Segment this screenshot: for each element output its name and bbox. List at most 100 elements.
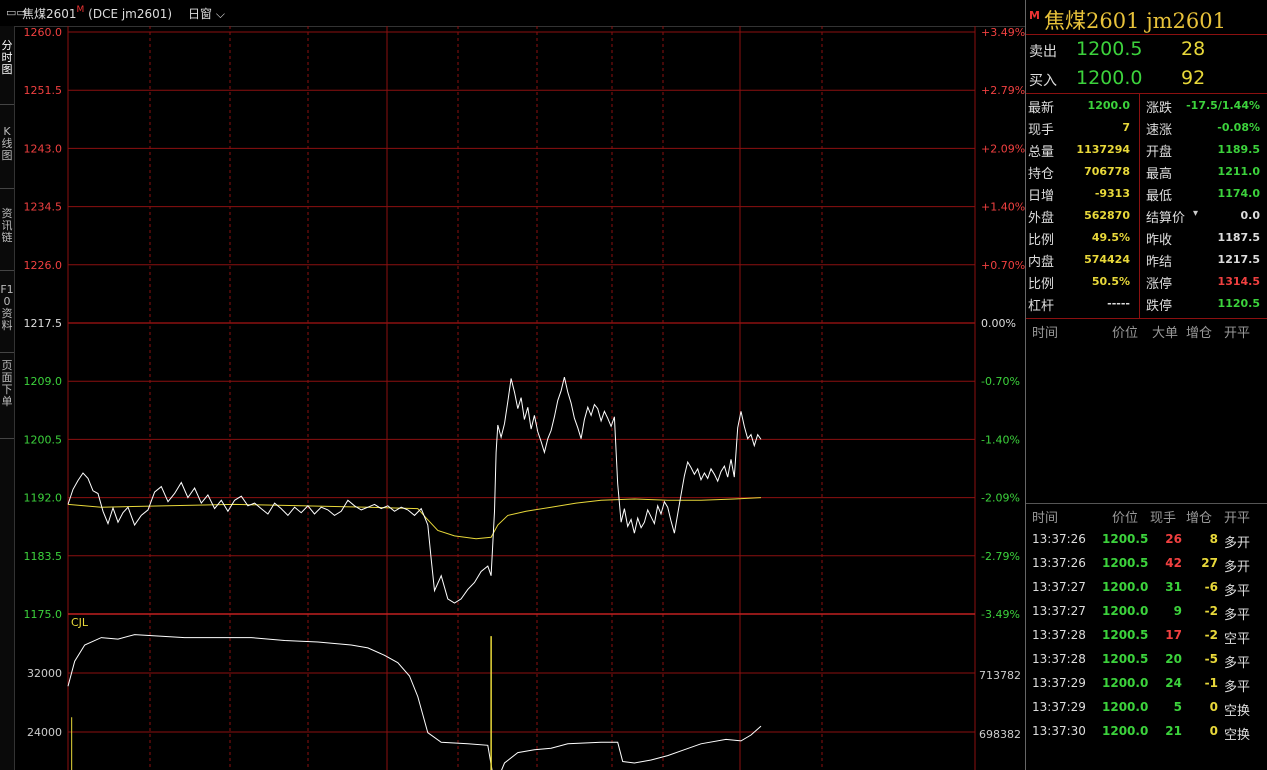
col-price: 价位 <box>1112 511 1139 526</box>
tick-oi-change: 0 <box>1209 724 1218 738</box>
ask-price: 1200.5 <box>1076 38 1143 60</box>
big-order-list: 时间 价位 大单 增仓 开平 <box>1026 319 1267 504</box>
tick-row: 13:37:29 1200.0 5 0 空换 <box>1026 696 1267 720</box>
tick-type: 多平 <box>1224 680 1251 695</box>
tick-type: 多开 <box>1224 536 1251 551</box>
ask-row[interactable]: 卖出 1200.5 28 <box>1026 35 1267 64</box>
stat-label: 跌停 <box>1146 299 1173 314</box>
tick-row: 13:37:26 1200.5 42 27 多开 <box>1026 552 1267 576</box>
tick-type: 空平 <box>1224 632 1251 647</box>
caret-down-icon[interactable]: ▾ <box>1193 208 1198 219</box>
price-tick-label: 1217.5 <box>24 317 63 330</box>
intraday-chart[interactable]: 1260.0 +3.49% 1251.5 +2.79% 1243.0 +2.09% 1234… <box>0 0 1025 770</box>
tick-oi-change: -2 <box>1204 628 1218 642</box>
tick-row: 13:37:28 1200.5 20 -5 多平 <box>1026 648 1267 672</box>
tick-price: 1200.0 <box>1102 604 1149 618</box>
stat-label: 内盘 <box>1028 255 1055 270</box>
tick-oi-change: -1 <box>1204 676 1218 690</box>
stat-label: 持仓 <box>1028 167 1055 182</box>
tick-price: 1200.5 <box>1102 652 1149 666</box>
stat-row: 现手 7 速涨 -0.08% <box>1026 117 1267 139</box>
tick-price: 1200.5 <box>1102 628 1149 642</box>
stat-row: 总量 1137294 开盘 1189.5 <box>1026 139 1267 161</box>
stat-label: 总量 <box>1028 145 1055 160</box>
tick-row: 13:37:27 1200.0 9 -2 多平 <box>1026 600 1267 624</box>
pct-tick-label: +1.40% <box>981 201 1025 214</box>
tick-price: 1200.0 <box>1102 676 1149 690</box>
ask-volume: 28 <box>1181 38 1206 60</box>
quote-panel: M 焦煤2601 jm2601 卖出 1200.5 28 买入 1200.0 9… <box>1025 0 1267 770</box>
tick-time: 13:37:26 <box>1032 532 1086 546</box>
stat-label: 结算价 <box>1146 211 1186 226</box>
tick-time: 13:37:28 <box>1032 652 1086 666</box>
bid-ask: 卖出 1200.5 28 买入 1200.0 92 <box>1026 35 1267 94</box>
oi-tick-label: 698382 <box>979 728 1021 741</box>
tick-time: 13:37:27 <box>1032 580 1086 594</box>
stat-value: 0.0 <box>1240 209 1261 222</box>
tick-price: 1200.5 <box>1102 532 1149 546</box>
col-price: 价位 <box>1112 326 1139 341</box>
tick-time: 13:37:29 <box>1032 700 1086 714</box>
pct-tick-label: +2.79% <box>981 84 1025 97</box>
stat-value: 562870 <box>1084 209 1130 222</box>
tick-price: 1200.0 <box>1102 580 1149 594</box>
stat-label: 速涨 <box>1146 123 1173 138</box>
volume-tick-label: 32000 <box>27 667 62 680</box>
stat-label: 比例 <box>1028 233 1055 248</box>
pct-tick-label: -1.40% <box>981 433 1020 446</box>
volume-line <box>67 634 762 770</box>
col-oi-change: 增仓 <box>1186 326 1213 341</box>
stat-row: 比例 50.5% 涨停 1314.5 <box>1026 271 1267 293</box>
stat-value: 1200.0 <box>1087 99 1130 112</box>
price-line <box>67 376 762 604</box>
stat-row: 最新 1200.0 涨跌 -17.5/1.44% <box>1026 95 1267 117</box>
price-tick-label: 1209.0 <box>24 375 63 388</box>
price-tick-label: 1175.0 <box>24 608 63 621</box>
bid-row[interactable]: 买入 1200.0 92 <box>1026 64 1267 93</box>
bid-volume: 92 <box>1181 67 1206 89</box>
stat-value: 1314.5 <box>1217 275 1260 288</box>
stat-value: 7 <box>1122 121 1130 134</box>
tick-type: 空换 <box>1224 704 1251 719</box>
tick-volume: 24 <box>1165 676 1182 690</box>
col-oi-change: 增仓 <box>1186 511 1213 526</box>
stat-value: 1189.5 <box>1217 143 1260 156</box>
tick-volume: 31 <box>1165 580 1182 594</box>
stat-value: -17.5/1.44% <box>1186 99 1260 112</box>
stat-label: 最新 <box>1028 101 1055 116</box>
tick-row: 13:37:27 1200.0 31 -6 多平 <box>1026 576 1267 600</box>
stat-row: 外盘 562870 结算价 0.0 ▾ <box>1026 205 1267 227</box>
pct-tick-label: +2.09% <box>981 142 1025 155</box>
stat-label: 开盘 <box>1146 145 1173 160</box>
tick-time: 13:37:27 <box>1032 604 1086 618</box>
stat-value: 1211.0 <box>1217 165 1260 178</box>
price-tick-label: 1183.5 <box>24 550 63 563</box>
price-tick-label: 1192.0 <box>24 492 63 505</box>
pct-tick-label: 0.00% <box>981 317 1016 330</box>
stat-value: 50.5% <box>1091 275 1130 288</box>
stat-label: 涨停 <box>1146 277 1173 292</box>
stat-label: 比例 <box>1028 277 1055 292</box>
stat-value: -9313 <box>1094 187 1130 200</box>
tick-type: 空换 <box>1224 728 1251 743</box>
col-time: 时间 <box>1032 326 1059 341</box>
avg-price-line <box>67 497 762 540</box>
tick-volume: 21 <box>1165 724 1182 738</box>
tick-time: 13:37:30 <box>1032 724 1086 738</box>
quote-title: 焦煤2601 jm2601 <box>1044 9 1226 33</box>
tick-type: 多开 <box>1224 560 1251 575</box>
tick-oi-change: -6 <box>1204 580 1218 594</box>
price-tick-label: 1200.5 <box>24 433 63 446</box>
tick-row: 13:37:30 1200.0 21 0 空换 <box>1026 720 1267 744</box>
pct-tick-label: -2.79% <box>981 550 1020 563</box>
stat-label: 最高 <box>1146 167 1173 182</box>
stat-value: 1187.5 <box>1217 231 1260 244</box>
stat-value: 1217.5 <box>1217 253 1260 266</box>
stat-value: 1120.5 <box>1217 297 1260 310</box>
col-open-close: 开平 <box>1224 511 1251 526</box>
price-tick-label: 1243.0 <box>24 142 63 155</box>
tick-oi-change: -5 <box>1204 652 1218 666</box>
tick-oi-change: -2 <box>1204 604 1218 618</box>
tick-list[interactable]: 时间 价位 现手 增仓 开平 13:37:26 1200.5 26 8 多开 13:37:… <box>1026 504 1267 744</box>
stat-value: 574424 <box>1084 253 1130 266</box>
